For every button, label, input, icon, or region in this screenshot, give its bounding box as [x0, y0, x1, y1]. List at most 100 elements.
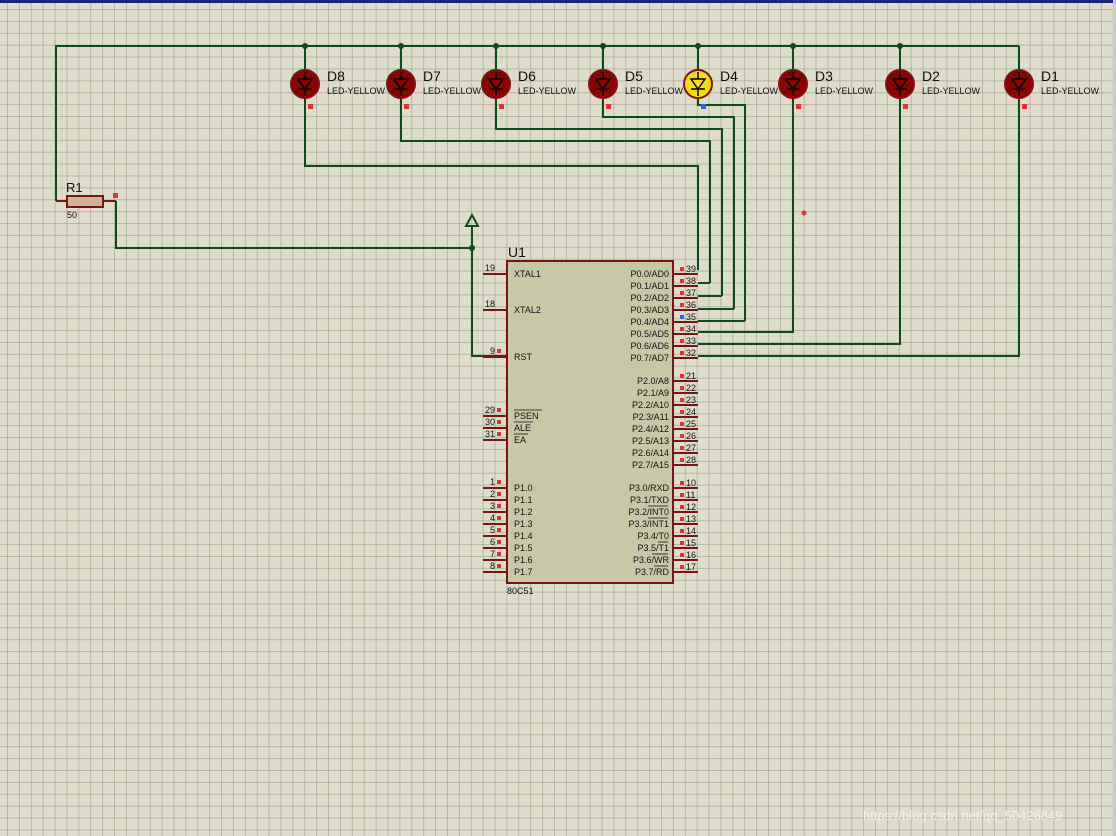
mcu-u1[interactable]: U1 80C51 19XTAL118XTAL29RST29PSEN30ALE31…	[483, 244, 698, 596]
led-type-label: LED-YELLOW	[922, 86, 981, 96]
wire-rst[interactable]	[471, 225, 507, 357]
pin-number: 18	[485, 299, 495, 309]
pin-name: P0.5/AD5	[630, 329, 669, 339]
pin-name: P3.4/T0	[637, 531, 669, 541]
pin-number: 33	[686, 336, 696, 346]
pin-name: P1.4	[514, 531, 533, 541]
pin-number: 17	[686, 562, 696, 572]
led-ref-label: D5	[625, 68, 643, 84]
pin-marker	[680, 267, 684, 271]
pin-number: 10	[686, 478, 696, 488]
pin-name: P0.4/AD4	[630, 317, 669, 327]
pin-number: 21	[686, 371, 696, 381]
watermark-text: https://blog.csdn.net/qq_50426849	[863, 808, 1063, 823]
pin-name: P3.0/RXD	[629, 483, 670, 493]
led-type-label: LED-YELLOW	[720, 86, 779, 96]
pin-name: P2.3/A11	[633, 412, 669, 422]
pin-number: 14	[686, 526, 696, 536]
wire-r1-to-rst-node[interactable]	[115, 201, 472, 249]
pin-number: 4	[490, 513, 495, 523]
pin-marker	[680, 327, 684, 331]
pin-number: 16	[686, 550, 696, 560]
pin-marker	[680, 398, 684, 402]
pin-number: 6	[490, 537, 495, 547]
pin-marker	[680, 410, 684, 414]
pin-name: PSEN	[514, 411, 539, 421]
pin-name: P2.0/A8	[637, 376, 669, 386]
pin-number: 32	[686, 348, 696, 358]
mcu-right-pins[interactable]: 39 P0.0/AD0 38 P0.1/AD1 37 P0.2/AD2 36 P0.3/AD3…	[628, 264, 698, 577]
pin-name: P2.4/A12	[632, 424, 669, 434]
pin-marker	[680, 541, 684, 545]
pin-number: 35	[686, 312, 696, 322]
pin-name: P1.3	[514, 519, 533, 529]
pin-number: 19	[485, 263, 495, 273]
pin-name: P2.5/A13	[632, 436, 669, 446]
pin-number: 24	[686, 407, 696, 417]
pin-marker	[606, 104, 611, 109]
pin-name: P2.1/A9	[637, 388, 669, 398]
pin-number: 1	[490, 477, 495, 487]
pin-marker	[497, 480, 501, 484]
pin-number: 15	[686, 538, 696, 548]
wire-top-bus[interactable]	[55, 45, 1019, 201]
pin-marker	[680, 529, 684, 533]
pin-number: 3	[490, 501, 495, 511]
pin-number: 8	[490, 561, 495, 571]
pin-marker	[680, 446, 684, 450]
pin-number: 13	[686, 514, 696, 524]
power-terminal-icon[interactable]	[464, 212, 480, 227]
led-ref-label: D3	[815, 68, 833, 84]
pin-marker	[1022, 104, 1027, 109]
pin-marker	[404, 104, 409, 109]
resistor-value-label: 50	[67, 210, 77, 220]
pin-number: 31	[485, 429, 495, 439]
stray-marker	[801, 210, 807, 216]
pin-number: 11	[686, 490, 695, 500]
pin-marker	[680, 458, 684, 462]
resistor-ref-label: R1	[66, 180, 83, 195]
pin-number: 22	[686, 383, 696, 393]
pin-name: P2.7/A15	[632, 460, 669, 470]
pin-marker	[680, 339, 684, 343]
led-array[interactable]: D8 LED-YELLOW D7 LED-YELLOW D6 LED-YELLOW D5 LE…	[290, 68, 1100, 109]
pin-marker	[497, 432, 501, 436]
led-ref-label: D1	[1041, 68, 1059, 84]
pin-marker	[680, 493, 684, 497]
pin-name: P1.2	[514, 507, 533, 517]
pin-marker	[497, 408, 501, 412]
led-ref-label: D6	[518, 68, 536, 84]
schematic-drawing[interactable]: R1 50 D8 LED-YELLOW D7 LED-YELLOW D6 LED-YELL…	[0, 0, 1116, 836]
pin-marker	[497, 528, 501, 532]
pin-number: 5	[490, 525, 495, 535]
pin-number: 9	[490, 346, 495, 356]
led-ref-label: D2	[922, 68, 940, 84]
pin-marker	[680, 553, 684, 557]
pin-marker	[497, 564, 501, 568]
pin-name: P0.2/AD2	[630, 293, 669, 303]
pin-marker	[308, 104, 313, 109]
pin-marker	[680, 422, 684, 426]
pin-marker	[499, 104, 504, 109]
pin-marker	[497, 504, 501, 508]
pin-name: RST	[514, 352, 533, 362]
led-ref-label: D7	[423, 68, 441, 84]
pin-name: XTAL2	[514, 305, 541, 315]
pin-name: XTAL1	[514, 269, 541, 279]
pin-number: 38	[686, 276, 696, 286]
pin-number: 29	[485, 405, 495, 415]
pin-number: 25	[686, 419, 696, 429]
resistor-r1[interactable]: R1 50	[56, 180, 118, 220]
pin-number: 26	[686, 431, 696, 441]
pin-number: 2	[490, 489, 495, 499]
pin-marker	[680, 386, 684, 390]
mcu-part-label: 80C51	[507, 586, 534, 596]
pin-number: 36	[686, 300, 696, 310]
pin-number: 30	[485, 417, 495, 427]
pin-name: P3.6/WR	[633, 555, 670, 565]
pin-name: P0.3/AD3	[630, 305, 669, 315]
led-ref-label: D4	[720, 68, 738, 84]
pin-name: P3.5/T1	[637, 543, 669, 553]
pin-marker	[680, 565, 684, 569]
pin-name: P2.6/A14	[632, 448, 669, 458]
